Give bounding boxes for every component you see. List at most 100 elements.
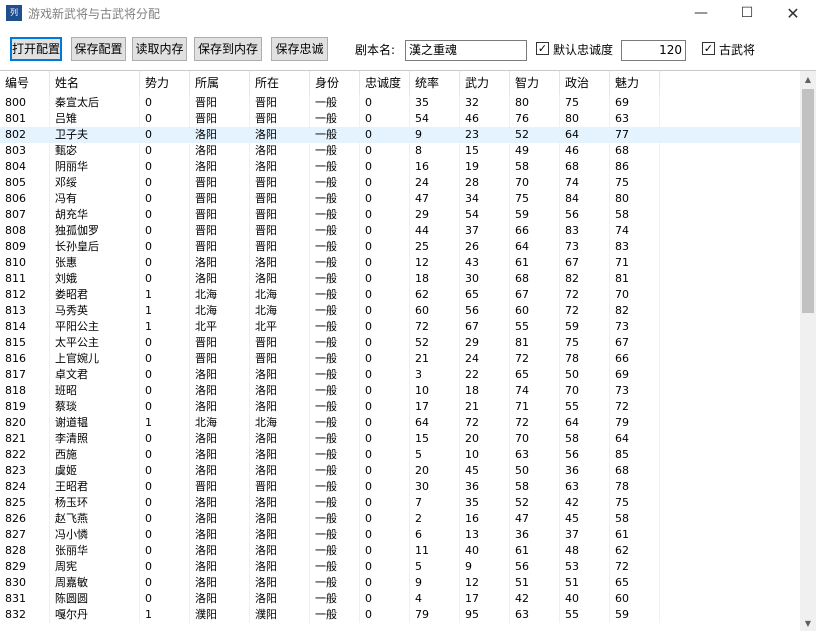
table-row[interactable]: 824 王昭君 0 晋阳 晋阳 一般 0 30 36 58 63 78 xyxy=(0,479,800,495)
cell-col-id: 802 xyxy=(0,127,50,143)
cell-col-politics: 53 xyxy=(560,559,610,575)
header-col-politics[interactable]: 政治 xyxy=(560,71,610,95)
header-col-intellect[interactable]: 智力 xyxy=(510,71,560,95)
default-loyalty-input[interactable]: 120 xyxy=(621,40,686,61)
table-row[interactable]: 802 卫子夫 0 洛阳 洛阳 一般 0 9 23 52 64 77 xyxy=(0,127,800,143)
cell-col-intellect: 50 xyxy=(510,463,560,479)
open-config-button[interactable]: 打开配置 xyxy=(10,37,62,61)
table-row[interactable]: 807 胡充华 0 晋阳 晋阳 一般 0 29 54 59 56 58 xyxy=(0,207,800,223)
table-row[interactable]: 806 冯有 0 晋阳 晋阳 一般 0 47 34 75 84 80 xyxy=(0,191,800,207)
table-row[interactable]: 803 甄宓 0 洛阳 洛阳 一般 0 8 15 49 46 68 xyxy=(0,143,800,159)
toolbar: 打开配置 保存配置 读取内存 保存到内存 保存忠诚 剧本名: 漢之重魂 ✓ 默认… xyxy=(0,32,816,64)
table-row[interactable]: 821 李清照 0 洛阳 洛阳 一般 0 15 20 70 58 64 xyxy=(0,431,800,447)
scroll-up-icon[interactable]: ▲ xyxy=(800,71,816,88)
read-memory-button[interactable]: 读取内存 xyxy=(132,37,187,61)
cell-col-might: 72 xyxy=(460,415,510,431)
table-row[interactable]: 808 独孤伽罗 0 晋阳 晋阳 一般 0 44 37 66 83 74 xyxy=(0,223,800,239)
table-row[interactable]: 826 赵飞燕 0 洛阳 洛阳 一般 0 2 16 47 45 58 xyxy=(0,511,800,527)
table-row[interactable]: 804 阴丽华 0 洛阳 洛阳 一般 0 16 19 58 68 86 xyxy=(0,159,800,175)
table-row[interactable]: 828 张丽华 0 洛阳 洛阳 一般 0 11 40 61 48 62 xyxy=(0,543,800,559)
default-loyalty-checkbox[interactable]: ✓ 默认忠诚度 xyxy=(536,40,616,58)
table-row[interactable]: 814 平阳公主 1 北平 北平 一般 0 72 67 55 59 73 xyxy=(0,319,800,335)
table-row[interactable]: 813 马秀英 1 北海 北海 一般 0 60 56 60 72 82 xyxy=(0,303,800,319)
table-row[interactable]: 812 娄昭君 1 北海 北海 一般 0 62 65 67 72 70 xyxy=(0,287,800,303)
scrollbar-thumb[interactable] xyxy=(802,89,814,313)
table-row[interactable]: 832 嘎尔丹 1 濮阳 濮阳 一般 0 79 95 63 55 59 xyxy=(0,607,800,623)
cell-col-charm: 61 xyxy=(610,527,660,543)
cell-col-charm: 79 xyxy=(610,415,660,431)
cell-col-intellect: 52 xyxy=(510,127,560,143)
cell-col-affiliation: 洛阳 xyxy=(190,543,250,559)
table-row[interactable]: 830 周嘉敏 0 洛阳 洛阳 一般 0 9 12 51 51 65 xyxy=(0,575,800,591)
cell-col-charm: 65 xyxy=(610,575,660,591)
cell-col-faction: 0 xyxy=(140,463,190,479)
table-row[interactable]: 827 冯小憐 0 洛阳 洛阳 一般 0 6 13 36 37 61 xyxy=(0,527,800,543)
table-row[interactable]: 831 陈圆圆 0 洛阳 洛阳 一般 0 4 17 42 40 60 xyxy=(0,591,800,607)
cell-col-faction: 0 xyxy=(140,191,190,207)
cell-col-status: 一般 xyxy=(310,319,360,335)
close-button[interactable]: ✕ xyxy=(770,0,816,28)
cell-col-name: 卫子夫 xyxy=(50,127,140,143)
cell-col-faction: 0 xyxy=(140,159,190,175)
cell-col-affiliation: 洛阳 xyxy=(190,143,250,159)
cell-col-name: 马秀英 xyxy=(50,303,140,319)
cell-col-name: 班昭 xyxy=(50,383,140,399)
general-table: 编号 姓名 势力 所属 所在 身份 忠诚度 统率 武力 智力 政治 魅力 800 秦宣太后 0 晋阳 晋阳 一般… xyxy=(0,70,816,631)
cell-col-intellect: 75 xyxy=(510,191,560,207)
table-row[interactable]: 811 刘娥 0 洛阳 洛阳 一般 0 18 30 68 82 81 xyxy=(0,271,800,287)
header-col-command[interactable]: 统率 xyxy=(410,71,460,95)
cell-col-id: 831 xyxy=(0,591,50,607)
default-loyalty-label: 默认忠诚度 xyxy=(553,43,614,57)
cell-col-location: 晋阳 xyxy=(250,351,310,367)
vertical-scrollbar[interactable]: ▲ ▼ xyxy=(800,71,816,631)
table-row[interactable]: 818 班昭 0 洛阳 洛阳 一般 0 10 18 74 70 73 xyxy=(0,383,800,399)
table-row[interactable]: 805 邓绥 0 晋阳 晋阳 一般 0 24 28 70 74 75 xyxy=(0,175,800,191)
ancient-general-checkbox[interactable]: ✓ 古武将 xyxy=(702,40,762,58)
header-col-id[interactable]: 编号 xyxy=(0,71,50,95)
header-col-might[interactable]: 武力 xyxy=(460,71,510,95)
header-col-location[interactable]: 所在 xyxy=(250,71,310,95)
cell-col-location: 北海 xyxy=(250,287,310,303)
maximize-button[interactable]: ☐ xyxy=(724,0,770,28)
cell-col-politics: 67 xyxy=(560,255,610,271)
table-row[interactable]: 800 秦宣太后 0 晋阳 晋阳 一般 0 35 32 80 75 69 xyxy=(0,95,800,111)
header-col-name[interactable]: 姓名 xyxy=(50,71,140,95)
cell-col-command: 64 xyxy=(410,415,460,431)
table-row[interactable]: 816 上官婉儿 0 晋阳 晋阳 一般 0 21 24 72 78 66 xyxy=(0,351,800,367)
table-row[interactable]: 829 周宪 0 洛阳 洛阳 一般 0 5 9 56 53 72 xyxy=(0,559,800,575)
cell-col-id: 815 xyxy=(0,335,50,351)
table-row[interactable]: 825 杨玉环 0 洛阳 洛阳 一般 0 7 35 52 42 75 xyxy=(0,495,800,511)
header-col-status[interactable]: 身份 xyxy=(310,71,360,95)
table-row[interactable]: 822 西施 0 洛阳 洛阳 一般 0 5 10 63 56 85 xyxy=(0,447,800,463)
scroll-down-icon[interactable]: ▼ xyxy=(800,615,816,631)
table-row[interactable]: 820 谢道韫 1 北海 北海 一般 0 64 72 72 64 79 xyxy=(0,415,800,431)
save-to-memory-button[interactable]: 保存到内存 xyxy=(194,37,262,61)
save-loyalty-button[interactable]: 保存忠诚 xyxy=(271,37,328,61)
table-row[interactable]: 817 卓文君 0 洛阳 洛阳 一般 0 3 22 65 50 69 xyxy=(0,367,800,383)
header-col-affiliation[interactable]: 所属 xyxy=(190,71,250,95)
cell-col-name: 陈圆圆 xyxy=(50,591,140,607)
cell-col-loyalty: 0 xyxy=(360,223,410,239)
cell-col-might: 46 xyxy=(460,111,510,127)
cell-col-status: 一般 xyxy=(310,207,360,223)
table-row[interactable]: 819 蔡琰 0 洛阳 洛阳 一般 0 17 21 71 55 72 xyxy=(0,399,800,415)
save-config-button[interactable]: 保存配置 xyxy=(71,37,126,61)
minimize-button[interactable]: — xyxy=(678,0,724,28)
cell-col-intellect: 36 xyxy=(510,527,560,543)
table-row[interactable]: 815 太平公主 0 晋阳 晋阳 一般 0 52 29 81 75 67 xyxy=(0,335,800,351)
cell-col-might: 17 xyxy=(460,591,510,607)
header-col-loyalty[interactable]: 忠诚度 xyxy=(360,71,410,95)
cell-col-loyalty: 0 xyxy=(360,143,410,159)
table-row[interactable]: 823 虞姬 0 洛阳 洛阳 一般 0 20 45 50 36 68 xyxy=(0,463,800,479)
table-row[interactable]: 801 吕雉 0 晋阳 晋阳 一般 0 54 46 76 80 63 xyxy=(0,111,800,127)
table-row[interactable]: 809 长孙皇后 0 晋阳 晋阳 一般 0 25 26 64 73 83 xyxy=(0,239,800,255)
table-row[interactable]: 810 张惠 0 洛阳 洛阳 一般 0 12 43 61 67 71 xyxy=(0,255,800,271)
cell-col-intellect: 55 xyxy=(510,319,560,335)
header-col-faction[interactable]: 势力 xyxy=(140,71,190,95)
cell-col-id: 806 xyxy=(0,191,50,207)
cell-col-id: 829 xyxy=(0,559,50,575)
header-col-charm[interactable]: 魅力 xyxy=(610,71,660,95)
cell-col-charm: 68 xyxy=(610,143,660,159)
cell-col-charm: 64 xyxy=(610,431,660,447)
script-name-input[interactable]: 漢之重魂 xyxy=(405,40,527,61)
